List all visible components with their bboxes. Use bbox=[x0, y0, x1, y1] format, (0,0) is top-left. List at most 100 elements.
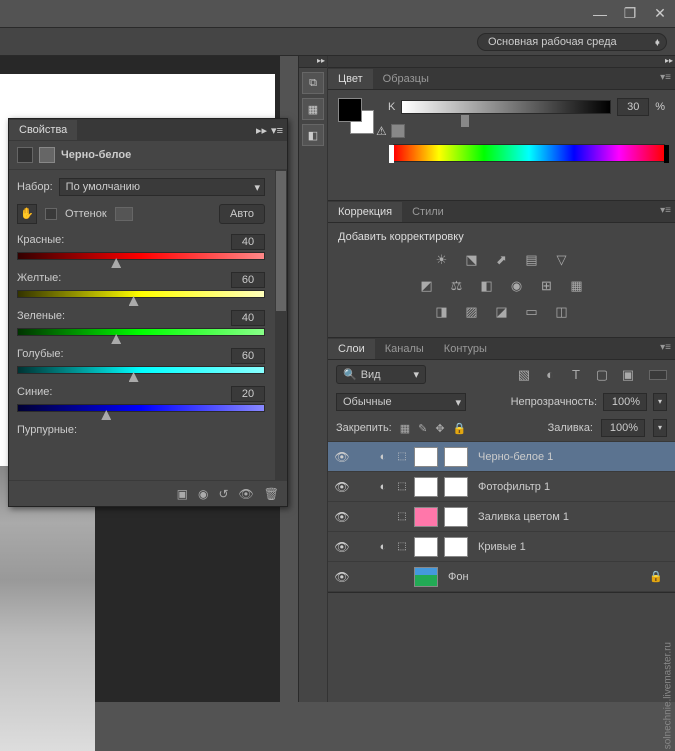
layer-thumbnail[interactable] bbox=[414, 567, 438, 587]
auto-button[interactable]: Авто bbox=[219, 204, 265, 224]
slider-value[interactable]: 20 bbox=[231, 386, 265, 402]
opacity-flyout[interactable]: ▾ bbox=[653, 393, 667, 411]
layer-name[interactable]: Фотофильтр 1 bbox=[474, 481, 669, 493]
visibility-icon[interactable]: 👁 bbox=[334, 480, 350, 494]
toggle-visibility-icon[interactable]: 👁 bbox=[239, 487, 254, 501]
reset-icon[interactable]: ↺ bbox=[218, 487, 228, 501]
filter-adjust-icon[interactable]: ◐ bbox=[541, 366, 559, 384]
tab-layers[interactable]: Слои bbox=[328, 339, 375, 359]
tint-checkbox[interactable] bbox=[45, 208, 57, 220]
expand-dock-icon[interactable]: ▸▸ bbox=[299, 56, 327, 68]
panel-menu-icon[interactable]: ▾≡ bbox=[660, 72, 671, 83]
fg-bg-swatches[interactable] bbox=[338, 98, 376, 136]
exposure-icon[interactable]: ▤ bbox=[523, 251, 541, 269]
layer-thumbnail[interactable] bbox=[414, 507, 438, 527]
link-icon[interactable]: ⬚ bbox=[396, 481, 408, 492]
invert-icon[interactable]: ◨ bbox=[433, 303, 451, 321]
preset-select[interactable]: По умолчанию bbox=[59, 178, 265, 196]
layer-name[interactable]: Фон bbox=[444, 571, 643, 583]
slider-track[interactable] bbox=[17, 328, 265, 338]
blend-mode-select[interactable]: Обычные bbox=[336, 393, 466, 411]
foreground-color[interactable] bbox=[338, 98, 362, 122]
vibrance-icon[interactable]: ▽ bbox=[553, 251, 571, 269]
slider-track[interactable] bbox=[17, 290, 265, 300]
layer-thumbnail[interactable] bbox=[414, 537, 438, 557]
slider-track[interactable] bbox=[17, 404, 265, 414]
slider-value[interactable]: 60 bbox=[231, 348, 265, 364]
mask-icon[interactable] bbox=[39, 147, 55, 163]
k-slider[interactable] bbox=[401, 100, 611, 114]
lock-pixels-icon[interactable]: ✎ bbox=[418, 422, 427, 435]
layer-row[interactable]: 👁 ◐ ⬚ Черно-белое 1 bbox=[328, 442, 675, 472]
photo-filter-icon[interactable]: ◉ bbox=[508, 277, 526, 295]
layer-mask[interactable] bbox=[444, 537, 468, 557]
layer-name[interactable]: Черно-белое 1 bbox=[474, 451, 669, 463]
layer-mask[interactable] bbox=[444, 447, 468, 467]
layer-row[interactable]: 👁Фон🔒 bbox=[328, 562, 675, 592]
maximize-button[interactable]: ❐ bbox=[615, 0, 645, 28]
layer-thumbnail[interactable] bbox=[414, 447, 438, 467]
curves-icon[interactable]: ⬈ bbox=[493, 251, 511, 269]
tab-channels[interactable]: Каналы bbox=[375, 339, 434, 359]
close-button[interactable]: ✕ bbox=[645, 0, 675, 28]
layer-mask[interactable] bbox=[444, 507, 468, 527]
bw-icon[interactable]: ◧ bbox=[478, 277, 496, 295]
levels-icon[interactable]: ⬔ bbox=[463, 251, 481, 269]
layer-row[interactable]: 👁◐⬚Фотофильтр 1 bbox=[328, 472, 675, 502]
workspace-select[interactable]: Основная рабочая среда bbox=[477, 33, 667, 51]
gradient-map-icon[interactable]: ▭ bbox=[523, 303, 541, 321]
filter-toggle[interactable] bbox=[649, 370, 667, 380]
visibility-icon[interactable]: 👁 bbox=[334, 540, 350, 554]
panel-menu-icon[interactable]: ▾≡ bbox=[271, 124, 283, 137]
color-balance-icon[interactable]: ⚖ bbox=[448, 277, 466, 295]
slider-track[interactable] bbox=[17, 252, 265, 262]
layer-row[interactable]: 👁◐⬚Кривые 1 bbox=[328, 532, 675, 562]
tab-paths[interactable]: Контуры bbox=[434, 339, 497, 359]
channel-mixer-icon[interactable]: ⊞ bbox=[538, 277, 556, 295]
color-lookup-icon[interactable]: ▦ bbox=[568, 277, 586, 295]
tab-styles[interactable]: Стили bbox=[402, 202, 454, 222]
tab-adjustments[interactable]: Коррекция bbox=[328, 202, 402, 222]
info-panel-icon[interactable]: ◧ bbox=[302, 124, 324, 146]
collapse-icon[interactable]: ▸▸ bbox=[256, 124, 267, 137]
tint-color-swatch[interactable] bbox=[115, 207, 133, 221]
filter-shape-icon[interactable]: ▢ bbox=[593, 366, 611, 384]
lock-position-icon[interactable]: ✥ bbox=[435, 422, 444, 435]
selective-color-icon[interactable]: ◫ bbox=[553, 303, 571, 321]
color-spectrum[interactable] bbox=[393, 144, 665, 162]
filter-type-icon[interactable]: T bbox=[567, 366, 585, 384]
slider-value[interactable]: 60 bbox=[231, 272, 265, 288]
k-value[interactable]: 30 bbox=[617, 98, 649, 116]
layer-name[interactable]: Заливка цветом 1 bbox=[474, 511, 669, 523]
filter-pixel-icon[interactable]: ▧ bbox=[515, 366, 533, 384]
layer-thumbnail[interactable] bbox=[414, 477, 438, 497]
visibility-icon[interactable]: 👁 bbox=[334, 450, 350, 464]
fill-value[interactable]: 100% bbox=[601, 419, 645, 437]
properties-scrollbar[interactable] bbox=[275, 170, 287, 480]
brightness-icon[interactable]: ☀ bbox=[433, 251, 451, 269]
posterize-icon[interactable]: ▨ bbox=[463, 303, 481, 321]
tab-swatches[interactable]: Образцы bbox=[373, 69, 439, 89]
clip-to-layer-icon[interactable]: ▣ bbox=[177, 487, 188, 501]
lock-all-icon[interactable]: 🔒 bbox=[453, 422, 467, 435]
delete-adjustment-icon[interactable]: 🗑 bbox=[264, 487, 279, 501]
layer-filter-kind[interactable]: 🔍Вид▾ bbox=[336, 365, 426, 384]
slider-value[interactable]: 40 bbox=[231, 310, 265, 326]
slider-track[interactable] bbox=[17, 366, 265, 376]
threshold-icon[interactable]: ◪ bbox=[493, 303, 511, 321]
slider-value[interactable]: 40 bbox=[231, 234, 265, 250]
effects-icon[interactable]: ◐ bbox=[376, 451, 390, 463]
view-previous-icon[interactable]: ◉ bbox=[198, 487, 208, 501]
gamut-color-box[interactable] bbox=[391, 124, 405, 138]
tab-color[interactable]: Цвет bbox=[328, 69, 373, 89]
filter-smart-icon[interactable]: ▣ bbox=[619, 366, 637, 384]
minimize-button[interactable]: — bbox=[585, 0, 615, 28]
layer-mask[interactable] bbox=[444, 477, 468, 497]
fill-flyout[interactable]: ▾ bbox=[653, 419, 667, 437]
layer-row[interactable]: 👁⬚Заливка цветом 1 bbox=[328, 502, 675, 532]
link-icon[interactable]: ⬚ bbox=[396, 451, 408, 462]
effects-icon[interactable]: ◐ bbox=[376, 541, 390, 553]
link-icon[interactable]: ⬚ bbox=[396, 511, 408, 522]
visibility-icon[interactable]: 👁 bbox=[334, 570, 350, 584]
targeted-adjust-tool[interactable]: ✋ bbox=[17, 204, 37, 224]
